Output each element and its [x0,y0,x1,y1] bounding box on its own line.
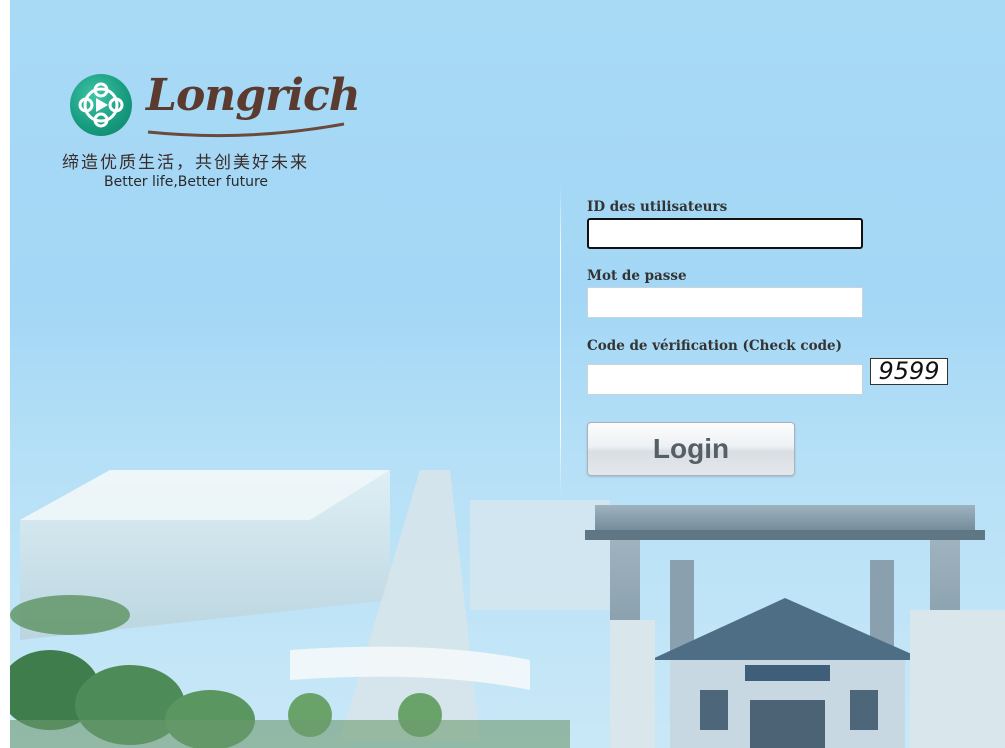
password-label: Mot de passe [587,268,687,284]
slogan-english: Better life,Better future [104,174,269,190]
captcha-image[interactable]: 9599 [870,358,948,385]
login-button[interactable]: Login [587,422,795,476]
user-id-label: ID des utilisateurs [587,199,728,215]
brand-swoosh [147,122,345,138]
password-input[interactable] [587,287,863,318]
longrich-emblem-icon [70,74,132,136]
slogan-chinese: 缔造优质生活，共创美好未来 [62,153,309,173]
brand-name: Longrich [146,70,361,121]
check-code-input[interactable] [587,364,863,395]
check-code-label: Code de vérification (Check code) [587,338,842,354]
longrich-logo: Longrich 缔造优质生活，共创美好未来 Better life,Bette… [62,70,368,200]
user-id-input[interactable] [587,218,863,249]
login-page: Longrich 缔造优质生活，共创美好未来 Better life,Bette… [10,0,1005,748]
vertical-divider [560,185,561,495]
